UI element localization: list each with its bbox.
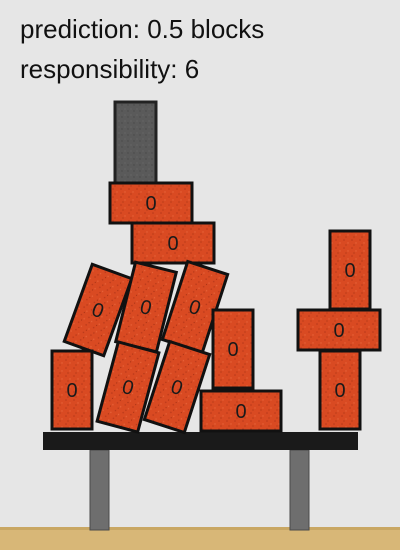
brick-label: 0 [145, 193, 156, 215]
brick-block: 0 [50, 349, 94, 431]
brick-label: 0 [167, 233, 178, 255]
bricks-layer: 000 0 000 0 00000 [50, 181, 382, 435]
brick-block: 0 [328, 229, 372, 311]
brick-label: 0 [66, 380, 77, 402]
brick-label: 0 [344, 260, 355, 282]
floor-edge [0, 527, 400, 530]
physics-scene: prediction: 0.5 blocks responsibility: 6 [0, 0, 400, 550]
table-leg-left [89, 449, 110, 531]
brick-block: 0 [318, 349, 362, 431]
gray-block [113, 100, 158, 186]
brick-block: 0 [199, 389, 283, 433]
brick-block: 0 [296, 308, 382, 352]
brick-label: 0 [333, 320, 344, 342]
brick-label: 0 [235, 401, 246, 423]
block-tower-canvas: 000 0 000 0 00000 [0, 100, 400, 550]
brick-block: 0 [130, 221, 216, 265]
brick-block: 0 [108, 181, 194, 225]
brick-block: 0 [211, 308, 255, 390]
brick-label: 0 [227, 339, 238, 361]
brick-label: 0 [334, 380, 345, 402]
floor [0, 527, 400, 550]
table-leg-right [289, 449, 310, 531]
table-top [43, 432, 358, 450]
